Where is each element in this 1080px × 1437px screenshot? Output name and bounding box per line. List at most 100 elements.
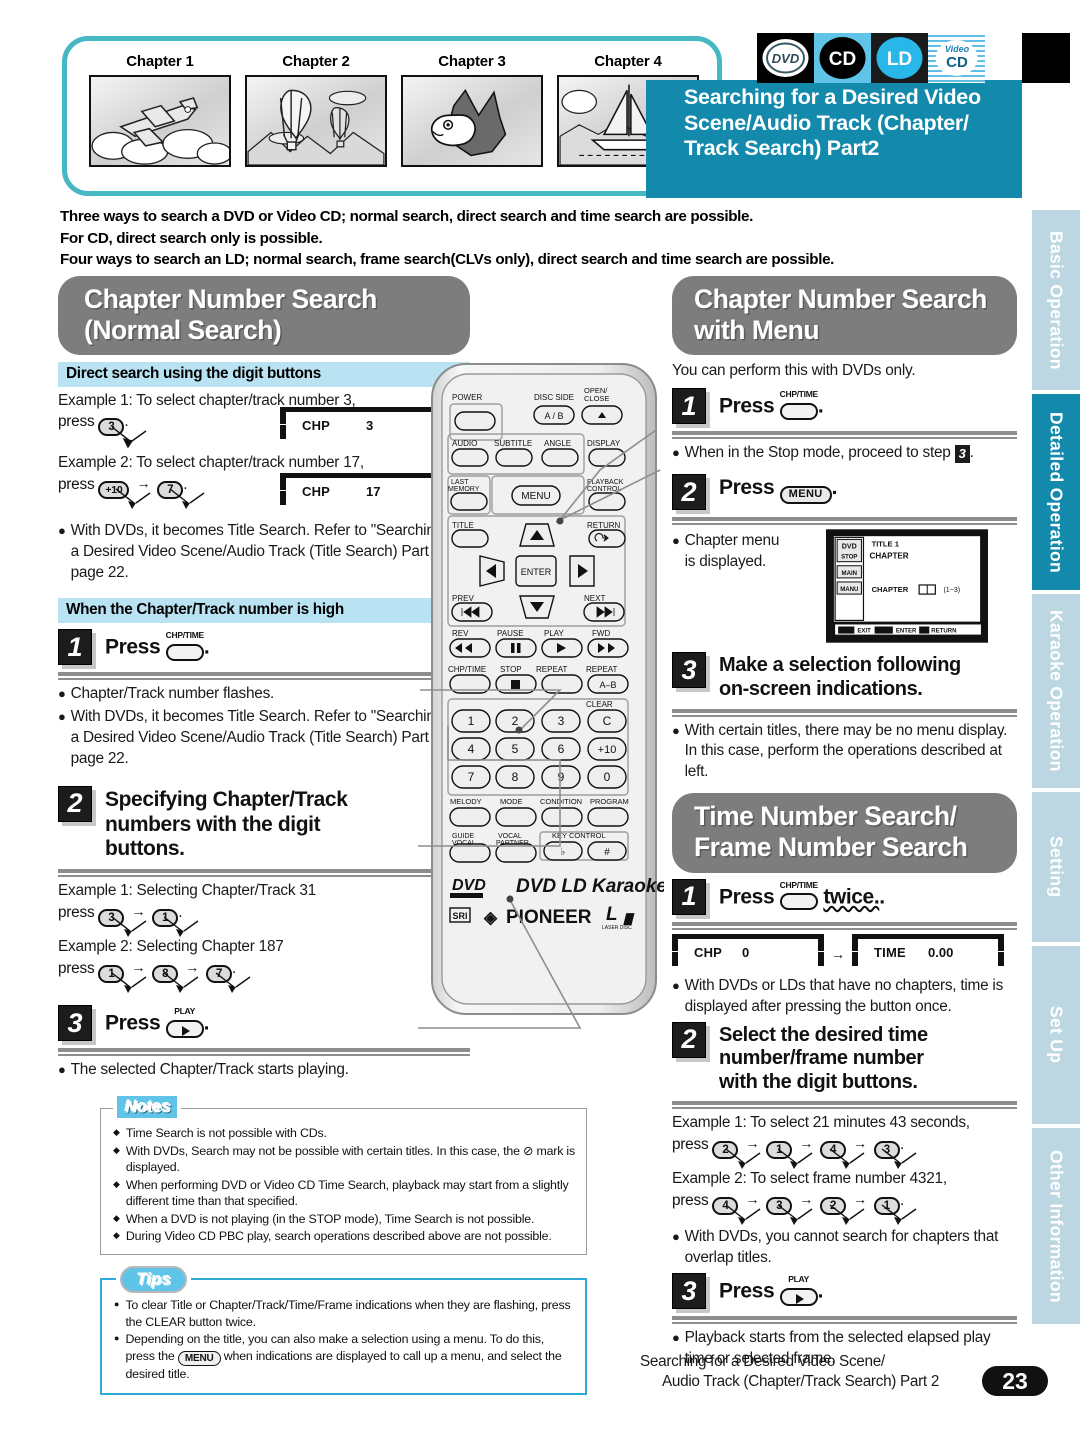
finger-pointer-icon (163, 916, 199, 938)
intro-text: Three ways to search a DVD or Video CD; … (60, 206, 1010, 271)
finger-pointer-icon (881, 1148, 917, 1170)
step-3: 3 Press PLAY . (58, 1005, 470, 1042)
note-text: When a DVD is not playing (in the STOP m… (125, 1211, 535, 1226)
bullet-dot-icon: ● (672, 445, 680, 461)
finger-pointer-icon (777, 1148, 813, 1170)
svg-text:REPEAT: REPEAT (536, 665, 568, 674)
intro-line-3: Four ways to search an LD; normal search… (60, 251, 835, 269)
section-heading-time-frame-number-search: Time Number Search/ Frame Number Search (672, 793, 1017, 873)
section-heading-chapter-number-search-with-menu: Chapter Number Search with Menu (672, 276, 1017, 356)
tab-detailed-operation[interactable]: Detailed Operation (1032, 394, 1080, 590)
tab-basic-operation[interactable]: Basic Operation (1032, 210, 1080, 390)
chp-time-key[interactable]: CHP/TIME (166, 631, 204, 664)
svg-text:DVD LD Karaoke: DVD LD Karaoke (516, 876, 664, 897)
tab-setting[interactable]: Setting (1032, 792, 1080, 942)
play-key[interactable]: PLAY (165, 1006, 204, 1040)
tab-set-up[interactable]: Set Up (1032, 946, 1080, 1124)
note-bullet-title-search: ● With DVDs, it becomes Title Search. Re… (58, 521, 470, 584)
chp-time-key[interactable]: CHP/TIME (780, 881, 818, 914)
svg-text:POWER: POWER (452, 393, 482, 402)
intro-line-2: For CD, direct search only is possible. (60, 229, 323, 247)
step-reference-badge: 3 (954, 445, 970, 464)
time-step-1-bullet: ● With DVDs or LDs that have no chapters… (672, 976, 1017, 1018)
svg-text:6: 6 (558, 742, 565, 756)
bullet-dot-icon: ● (114, 1333, 120, 1343)
svg-text:NEXT: NEXT (584, 594, 605, 603)
svg-text:ANGLE: ANGLE (544, 439, 571, 448)
bullet-dot-icon: ● (58, 709, 66, 725)
svg-text:SRl: SRl (452, 911, 467, 921)
svg-text:Video: Video (945, 44, 970, 54)
svg-text:RETURN: RETURN (931, 629, 956, 635)
press-label: press (58, 413, 95, 431)
divider (58, 1048, 470, 1057)
time-step-1: 1 Press CHP/TIME twice.. (672, 878, 1017, 915)
svg-text:PIONEER: PIONEER (506, 907, 592, 928)
balloons-icon (245, 75, 387, 167)
page-title-band: Searching for a Desired Video Scene/Audi… (646, 80, 1022, 198)
twice-emphasis: twice. (823, 885, 880, 909)
page-title-line-1: Searching for a Desired Video (684, 85, 981, 109)
osd-value: 17 (366, 484, 381, 500)
menu-step-1: 1 Press CHP/TIME . (672, 388, 1017, 425)
diamond-bullet-icon: ◆ (113, 1178, 120, 1189)
tab-other-information[interactable]: Other Information (1032, 1128, 1080, 1324)
section-heading-line-2: (Normal Search) (84, 314, 282, 345)
svg-text:MANU: MANU (840, 587, 859, 593)
svg-text:7: 7 (468, 770, 475, 784)
time-step-2-line-3: with the digit buttons. (719, 1070, 918, 1093)
tab-karaoke-operation[interactable]: Karaoke Operation (1032, 594, 1080, 788)
svg-text:LASER DISC: LASER DISC (602, 925, 632, 931)
step-3-bullet: ● The selected Chapter/Track starts play… (58, 1060, 470, 1081)
menu-key[interactable]: MENU (779, 486, 832, 505)
step-1-bullet-2: ● With DVDs, it becomes Title Search. Re… (58, 707, 470, 770)
svg-text:CONDITION: CONDITION (540, 797, 582, 806)
page-title-line-2: Scene/Audio Track (Chapter/ (684, 110, 969, 135)
finger-pointer-icon (115, 488, 151, 510)
bullet-text-line-2: is displayed. (684, 553, 767, 571)
footer-line-1: Searching for a Desired Video Scene/ (640, 1353, 885, 1370)
play-key[interactable]: PLAY (779, 1275, 818, 1308)
step-number-badge: 3 (672, 652, 706, 689)
svg-text:SUBTITLE: SUBTITLE (494, 439, 532, 448)
menu-step-3-line-2: on-screen indications. (719, 677, 923, 700)
key-label: PLAY (174, 1006, 195, 1017)
menu-step-3-line-1: Make a selection following (719, 654, 961, 677)
bullet-text: With DVDs or LDs that have no chapters, … (684, 976, 1004, 1015)
divider (672, 431, 1017, 440)
svg-text:CLEAR: CLEAR (586, 700, 613, 709)
divider (672, 1101, 1017, 1110)
menu-step-2-instruction: Press MENU. (719, 474, 838, 505)
svg-text:◈: ◈ (483, 908, 498, 927)
svg-text:9: 9 (558, 770, 565, 784)
svg-text:PROGRAM: PROGRAM (590, 797, 629, 806)
menu-key[interactable]: MENU (177, 1350, 221, 1366)
divider (58, 672, 470, 681)
example-4-press-line: press 1 → 8 → 7. (58, 959, 470, 994)
svg-text:1: 1 (468, 714, 475, 728)
svg-text:TITLE 1: TITLE 1 (872, 540, 899, 549)
chp-time-key[interactable]: CHP/TIME (780, 390, 818, 423)
tip-text: To clear Title or Chapter/Track/Time/Fra… (125, 1298, 571, 1329)
ld-logo-icon: LD (871, 33, 928, 83)
finger-pointer-icon (111, 426, 147, 449)
osd-value: 3 (366, 418, 374, 434)
time-example-1-text: Example 1: To select 21 minutes 43 secon… (672, 1114, 970, 1132)
subheading-direct-search: Direct search using the digit buttons (58, 362, 470, 388)
svg-text:ENTER: ENTER (896, 629, 917, 635)
step-number-badge: 2 (672, 1021, 706, 1058)
svg-text:MELODY: MELODY (450, 797, 482, 806)
menu-step-2-bullet: ● Chapter menu is displayed. (672, 531, 820, 648)
press-label: Press (719, 394, 775, 418)
time-step-2: 2 Select the desired time number/frame n… (672, 1021, 1017, 1095)
section-heading-chapter-number-search: Chapter Number Search (Normal Search) (58, 276, 470, 356)
chapter-thumb-1: Chapter 1 (89, 53, 231, 167)
divider (672, 517, 1017, 526)
play-button-icon (165, 1019, 204, 1038)
svg-text:MAIN: MAIN (842, 571, 858, 577)
video-cd-logo-icon: Video CD (928, 33, 985, 83)
bullet-dot-icon: ● (58, 686, 66, 702)
svg-text:MEMORY: MEMORY (448, 486, 480, 493)
note-item: ◆ With DVDs, Search may not be possible … (113, 1143, 576, 1176)
svg-text:TITLE: TITLE (452, 521, 474, 530)
